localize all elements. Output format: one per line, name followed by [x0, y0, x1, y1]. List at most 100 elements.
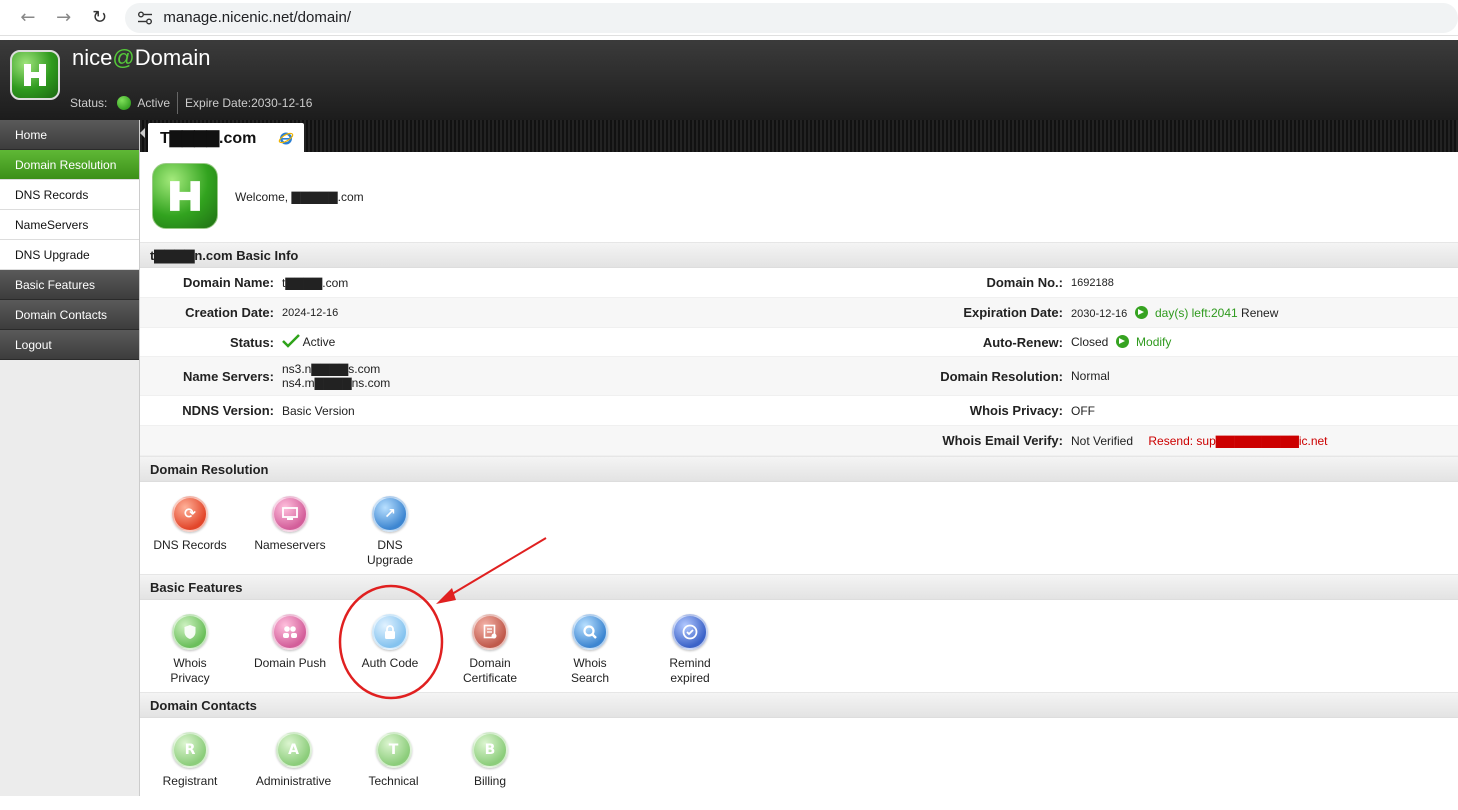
name-servers-value: ns3.n▇▇▇▇s.com ns4.m▇▇▇▇ns.com	[278, 357, 918, 395]
ns2-value: ns4.m▇▇▇▇ns.com	[282, 376, 391, 390]
lock-icon	[372, 614, 408, 650]
reload-button[interactable]: ↻	[82, 0, 118, 36]
domain-name-value: t▇▇▇▇.com	[282, 276, 349, 290]
domain-name-label: Domain Name:	[182, 275, 274, 290]
nicenic-logo[interactable]	[10, 50, 60, 100]
creation-date-value: 2024-12-16	[282, 307, 339, 319]
status-dot-icon	[117, 96, 132, 110]
status-cell: Active	[278, 328, 918, 356]
administrative-shortcut[interactable]: A Administrative	[240, 732, 347, 810]
expiration-date-label: Expiration Date:	[963, 305, 1063, 320]
browser-toolbar: ← → ↻ manage.nicenic.net/domain/	[0, 0, 1458, 36]
expiration-cell: 2030-12-16 day(s) left:2041 Renew	[1067, 298, 1278, 327]
welcome-panel: Welcome, ▇▇▇▇▇.com	[140, 152, 1458, 242]
sidebar: Home Domain Resolution DNS Records NameS…	[0, 120, 140, 796]
sidebar-item-logout[interactable]: Logout	[0, 330, 139, 360]
url-text[interactable]: manage.nicenic.net/domain/	[163, 9, 351, 26]
section-heading-domain-contacts: Domain Contacts	[140, 692, 1458, 718]
tab-strip: T▇▇▇▇.com	[140, 120, 1458, 152]
sidebar-item-home[interactable]: Home	[0, 120, 139, 150]
sidebar-item-dns-upgrade[interactable]: DNS Upgrade	[0, 240, 139, 270]
browser-e-icon[interactable]	[278, 130, 294, 146]
auto-renew-cell: Closed Modify	[1067, 328, 1171, 356]
status-label: Status:	[70, 96, 108, 110]
status-value: Active	[137, 96, 171, 110]
domain-resolution-icons: ⟳ DNS Records Nameservers ↗ DNS Upgrade	[140, 482, 1458, 574]
address-bar[interactable]: manage.nicenic.net/domain/	[125, 2, 1458, 33]
info-row: Domain Name: t▇▇▇▇.com Domain No.: 16921…	[140, 268, 1458, 298]
sidebar-item-basic-features[interactable]: Basic Features	[0, 270, 139, 300]
ndns-version-value: Basic Version	[282, 404, 355, 418]
monitor-icon	[272, 496, 308, 532]
whois-email-value: Not Verified	[1071, 434, 1134, 448]
collapse-arrow-icon[interactable]	[140, 128, 145, 138]
clock-check-icon	[672, 614, 708, 650]
empty-value	[278, 426, 918, 455]
checkmark-icon	[282, 334, 300, 348]
whois-privacy-value: OFF	[1071, 404, 1095, 418]
upgrade-arrow-icon: ↗	[372, 496, 408, 532]
expiration-date-value: 2030-12-16	[1071, 308, 1128, 320]
auto-renew-value: Closed	[1071, 335, 1109, 349]
whois-email-cell: Not Verified Resend: sup▇▇▇▇▇▇▇▇▇ic.net	[1067, 426, 1328, 455]
domain-no-value: 1692188	[1071, 277, 1114, 289]
days-left: day(s) left:2041	[1154, 306, 1238, 320]
domain-no-label: Domain No.:	[986, 275, 1063, 290]
billing-shortcut[interactable]: B Billing	[440, 732, 540, 810]
arrow-left-icon: ←	[20, 7, 36, 28]
refresh-icon: ⟳	[172, 496, 208, 532]
resend-link[interactable]: Resend: sup▇▇▇▇▇▇▇▇▇ic.net	[1148, 434, 1327, 448]
info-row: Creation Date: 2024-12-16 Expiration Dat…	[140, 298, 1458, 328]
whois-email-label: Whois Email Verify:	[942, 433, 1063, 448]
dns-upgrade-shortcut[interactable]: ↗ DNS Upgrade	[340, 496, 440, 574]
registrant-shortcut[interactable]: R Registrant	[140, 732, 240, 810]
info-row: Name Servers: ns3.n▇▇▇▇s.com ns4.m▇▇▇▇ns…	[140, 357, 1458, 396]
divider	[177, 92, 179, 114]
nicenic-logo-large	[152, 163, 218, 229]
sidebar-item-domain-contacts[interactable]: Domain Contacts	[0, 300, 139, 330]
site-header: nice@Domain Status: Active Expire Date:2…	[0, 40, 1458, 120]
sidebar-item-domain-resolution[interactable]: Domain Resolution	[0, 150, 139, 180]
section-heading-basic-features: Basic Features	[140, 574, 1458, 600]
brand-title: nice@Domain	[72, 45, 211, 70]
magnifier-icon	[572, 614, 608, 650]
domain-certificate-shortcut[interactable]: Domain Certificate	[440, 614, 540, 692]
sidebar-item-nameservers[interactable]: NameServers	[0, 210, 139, 240]
remind-expired-shortcut[interactable]: Remind expired	[640, 614, 740, 692]
certificate-icon	[472, 614, 508, 650]
users-icon	[272, 614, 308, 650]
modify-link[interactable]: Modify	[1136, 335, 1171, 349]
dns-records-shortcut[interactable]: ⟳ DNS Records	[140, 496, 240, 574]
technical-shortcut[interactable]: T Technical	[347, 732, 440, 810]
header-status: Status: Active Expire Date:2030-12-16	[70, 92, 312, 114]
sidebar-item-dns-records[interactable]: DNS Records	[0, 180, 139, 210]
info-row: Whois Email Verify: Not Verified Resend:…	[140, 426, 1458, 456]
auto-renew-label: Auto-Renew:	[982, 335, 1063, 350]
section-heading-domain-resolution: Domain Resolution	[140, 456, 1458, 482]
status-value: Active	[302, 335, 336, 349]
welcome-text: Welcome, ▇▇▇▇▇.com	[235, 190, 364, 204]
main-content: Welcome, ▇▇▇▇▇.com t▇▇▇▇n.com Basic Info…	[140, 152, 1458, 796]
tab-domain[interactable]: T▇▇▇▇.com	[148, 123, 304, 152]
info-row: Status: Active Auto-Renew: Closed Modify	[140, 328, 1458, 357]
forward-button[interactable]: →	[46, 0, 82, 36]
shield-icon	[172, 614, 208, 650]
whois-privacy-shortcut[interactable]: Whois Privacy	[140, 614, 240, 692]
back-button[interactable]: ←	[10, 0, 46, 36]
domain-push-shortcut[interactable]: Domain Push	[240, 614, 340, 692]
tab-title: T▇▇▇▇.com	[160, 129, 257, 147]
person-a-icon: A	[275, 732, 312, 768]
domain-resolution-value: Normal	[1071, 369, 1110, 383]
status-label: Status:	[229, 335, 274, 350]
domain-resolution-label: Domain Resolution:	[940, 369, 1063, 384]
arrow-circle-icon	[1134, 306, 1148, 319]
auth-code-shortcut[interactable]: Auth Code	[340, 614, 440, 692]
domain-contacts-icons: R Registrant A Administrative T Technica…	[140, 718, 1458, 810]
whois-search-shortcut[interactable]: Whois Search	[540, 614, 640, 692]
empty-label	[140, 426, 278, 455]
basic-features-icons: Whois Privacy Domain Push Auth Code Doma…	[140, 600, 1458, 692]
nameservers-shortcut[interactable]: Nameservers	[240, 496, 340, 574]
whois-privacy-label: Whois Privacy:	[969, 403, 1063, 418]
site-settings-icon[interactable]	[135, 8, 155, 28]
renew-link[interactable]: Renew	[1241, 306, 1278, 320]
